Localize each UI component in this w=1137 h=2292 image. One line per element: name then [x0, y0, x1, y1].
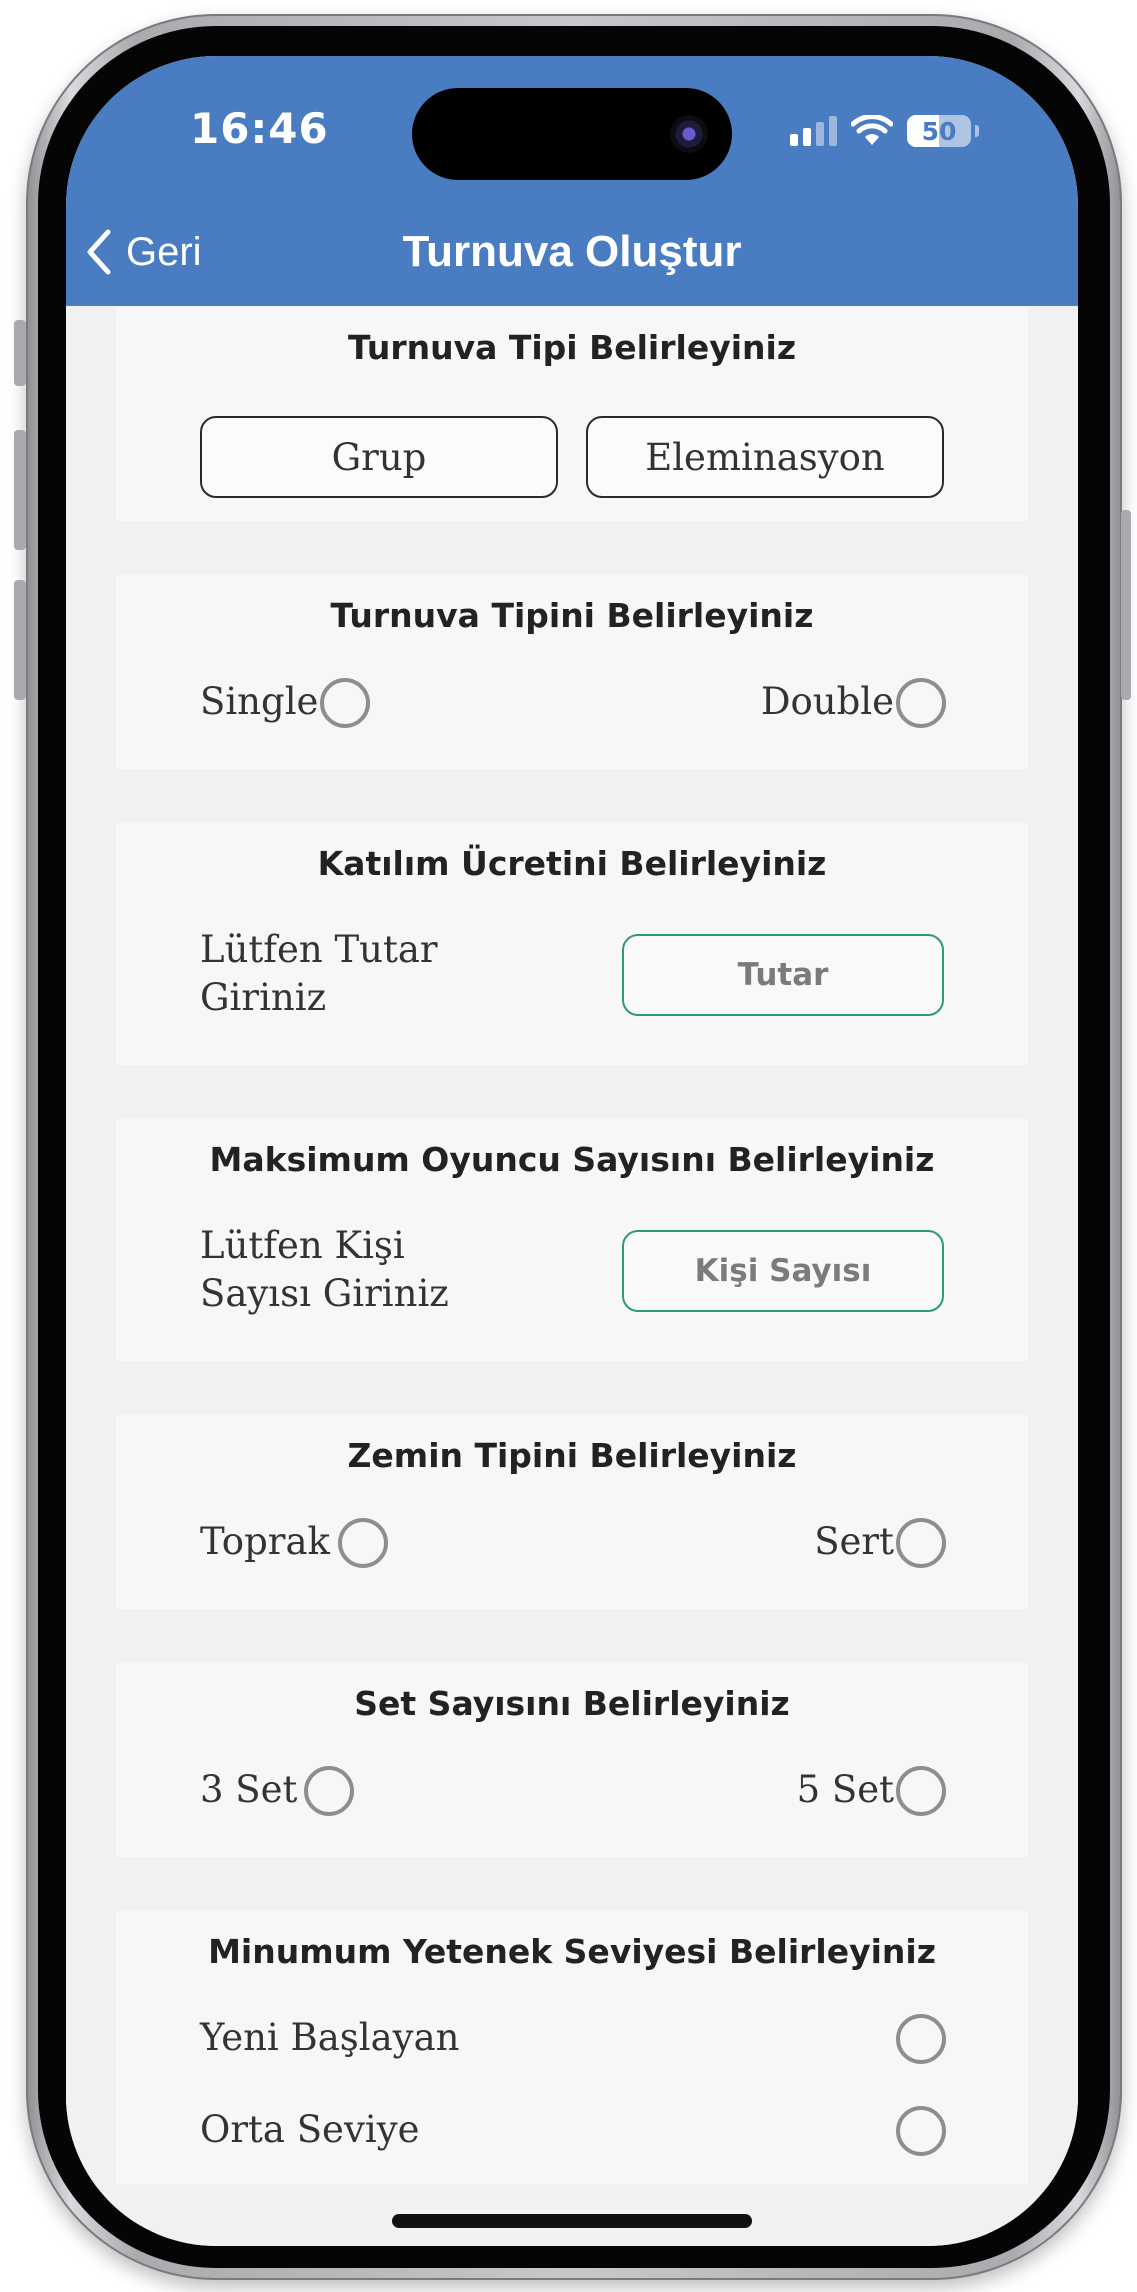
- fee-title: Katılım Ücretini Belirleyiniz: [317, 844, 827, 883]
- battery-tip: [975, 125, 979, 137]
- elimination-button[interactable]: Eleminasyon: [586, 416, 944, 498]
- double-label: Double: [760, 680, 894, 723]
- app-screen: 16:46 50 Geri Turnuva Oluştur Turnuva Ti…: [66, 56, 1078, 2246]
- skill-title: Minumum Yetenek Seviyesi Belirleyiniz: [208, 1932, 936, 1971]
- tournament-format-card: Turnuva Tipi Belirleyiniz Grup Eleminasy…: [116, 306, 1028, 522]
- fee-label-line1: Lütfen Tutar: [200, 928, 438, 971]
- tournament-format-title: Turnuva Tipi Belirleyiniz: [347, 328, 797, 367]
- single-radio[interactable]: [320, 678, 370, 728]
- tournament-type-title: Turnuva Tipini Belirleyiniz: [330, 596, 814, 635]
- beginner-radio[interactable]: [896, 2014, 946, 2064]
- max-players-card: Maksimum Oyuncu Sayısını Belirleyiniz Lü…: [116, 1118, 1028, 1362]
- home-indicator[interactable]: [392, 2214, 752, 2228]
- action-button: [14, 320, 26, 386]
- amount-input[interactable]: Tutar: [622, 934, 944, 1016]
- battery-icon: 50: [907, 115, 971, 147]
- volume-down-button: [14, 580, 26, 700]
- max-players-label-line2: Sayısı Giriniz: [200, 1272, 449, 1315]
- five-set-label: 5 Set: [796, 1768, 894, 1811]
- single-label: Single: [200, 680, 319, 723]
- max-players-label: Lütfen Kişi Sayısı Giriniz: [200, 1222, 449, 1318]
- surface-title: Zemin Tipini Belirleyiniz: [347, 1436, 797, 1475]
- skill-card: Minumum Yetenek Seviyesi Belirleyiniz Ye…: [116, 1910, 1028, 2184]
- three-set-radio[interactable]: [304, 1766, 354, 1816]
- fee-card: Katılım Ücretini Belirleyiniz Lütfen Tut…: [116, 822, 1028, 1066]
- wifi-icon: [851, 115, 893, 145]
- max-players-title: Maksimum Oyuncu Sayısını Belirleyiniz: [209, 1140, 935, 1179]
- status-icons: 50: [790, 111, 979, 151]
- fee-label-line2: Giriniz: [200, 976, 327, 1019]
- hard-label: Sert: [814, 1520, 894, 1563]
- surface-card: Zemin Tipini Belirleyiniz Toprak Sert: [116, 1414, 1028, 1610]
- status-time: 16:46: [190, 104, 329, 153]
- dynamic-island: [412, 88, 732, 180]
- intermediate-label: Orta Seviye: [200, 2108, 420, 2151]
- intermediate-radio[interactable]: [896, 2106, 946, 2156]
- app-header: 16:46 50 Geri Turnuva Oluştur: [66, 56, 1078, 306]
- page-title: Turnuva Oluştur: [402, 227, 742, 276]
- fee-label: Lütfen Tutar Giriniz: [200, 926, 438, 1022]
- group-button[interactable]: Grup: [200, 416, 558, 498]
- tournament-type-card: Turnuva Tipini Belirleyiniz Single Doubl…: [116, 574, 1028, 770]
- sets-card: Set Sayısını Belirleyiniz 3 Set 5 Set: [116, 1662, 1028, 1858]
- battery-level: 50: [921, 116, 957, 146]
- camera-icon: [670, 115, 708, 153]
- volume-up-button: [14, 430, 26, 550]
- beginner-label: Yeni Başlayan: [200, 2016, 460, 2059]
- clay-radio[interactable]: [338, 1518, 388, 1568]
- player-count-input[interactable]: Kişi Sayısı: [622, 1230, 944, 1312]
- clay-label: Toprak: [200, 1520, 330, 1563]
- three-set-label: 3 Set: [200, 1768, 298, 1811]
- sets-title: Set Sayısını Belirleyiniz: [354, 1684, 790, 1723]
- five-set-radio[interactable]: [896, 1766, 946, 1816]
- power-button: [1121, 510, 1131, 700]
- double-radio[interactable]: [896, 678, 946, 728]
- cellular-signal-icon: [790, 116, 837, 146]
- max-players-label-line1: Lütfen Kişi: [200, 1224, 405, 1267]
- hard-radio[interactable]: [896, 1518, 946, 1568]
- form-content[interactable]: Turnuva Tipi Belirleyiniz Grup Eleminasy…: [66, 306, 1078, 2184]
